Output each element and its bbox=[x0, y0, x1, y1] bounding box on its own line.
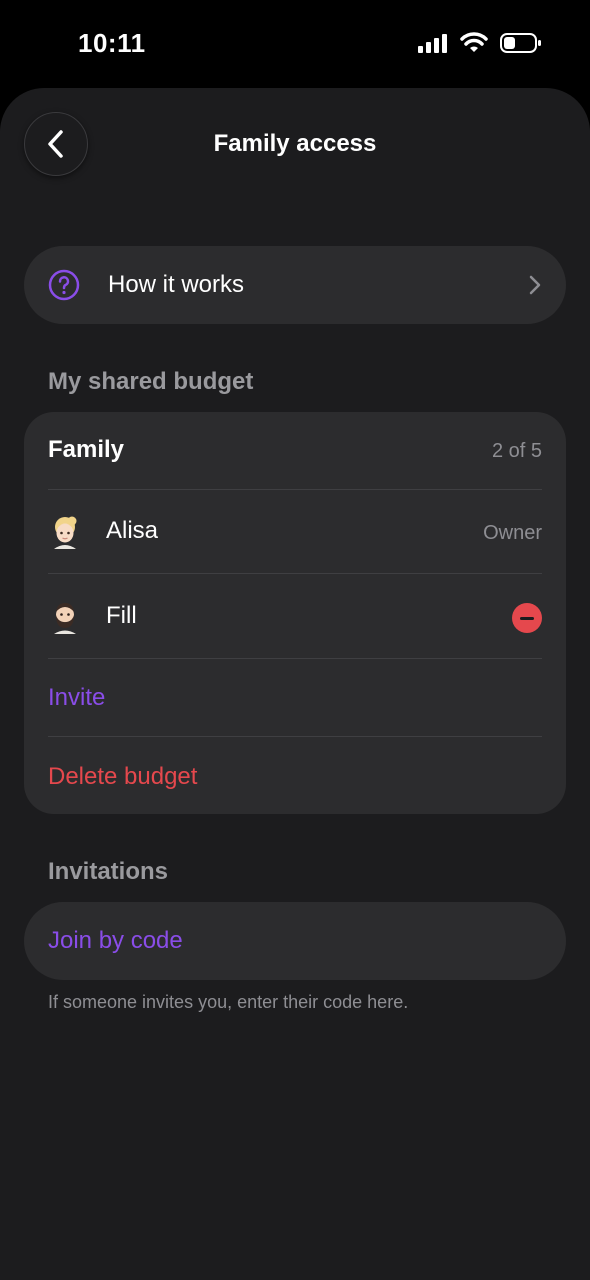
family-access-sheet: Family access How it works My shared bud… bbox=[0, 88, 590, 1280]
page-title: Family access bbox=[213, 130, 377, 157]
member-name: Fill bbox=[106, 602, 137, 629]
remove-circle-icon bbox=[520, 616, 534, 620]
status-icons bbox=[418, 32, 542, 54]
budget-name: Family bbox=[48, 436, 125, 463]
status-bar: 10:11 bbox=[0, 0, 590, 88]
shared-budget-section-title: My shared budget bbox=[48, 368, 254, 395]
invite-button[interactable]: Invite bbox=[48, 684, 105, 712]
join-by-code-label: Join by code bbox=[48, 927, 183, 954]
man-beard-emoji-icon bbox=[54, 603, 76, 634]
divider bbox=[48, 658, 542, 659]
divider bbox=[48, 489, 542, 490]
invitations-section-title: Invitations bbox=[48, 858, 169, 885]
join-hint-text: If someone invites you, enter their code… bbox=[48, 992, 409, 1012]
member-count: 2 of 5 bbox=[491, 440, 542, 462]
member-role-badge: Owner bbox=[483, 522, 542, 544]
status-time: 10:11 bbox=[78, 28, 146, 58]
wifi-icon bbox=[460, 32, 488, 52]
member-name: Alisa bbox=[106, 517, 159, 544]
question-circle-icon bbox=[48, 269, 80, 301]
divider bbox=[48, 573, 542, 574]
woman-blonde-emoji-icon bbox=[54, 516, 77, 549]
battery-icon bbox=[500, 33, 541, 53]
divider bbox=[48, 736, 542, 737]
shared-budget-card: Family 2 of 5 Alisa Owner Fill Invite De… bbox=[24, 412, 566, 814]
join-by-code-button[interactable]: Join by code bbox=[24, 902, 566, 980]
delete-budget-button[interactable]: Delete budget bbox=[48, 763, 197, 791]
cellular-signal-icon bbox=[418, 34, 447, 53]
chevron-right-icon bbox=[529, 275, 541, 295]
how-it-works-label: How it works bbox=[108, 271, 245, 298]
remove-member-button[interactable] bbox=[512, 603, 542, 633]
how-it-works-row[interactable]: How it works bbox=[24, 246, 566, 324]
